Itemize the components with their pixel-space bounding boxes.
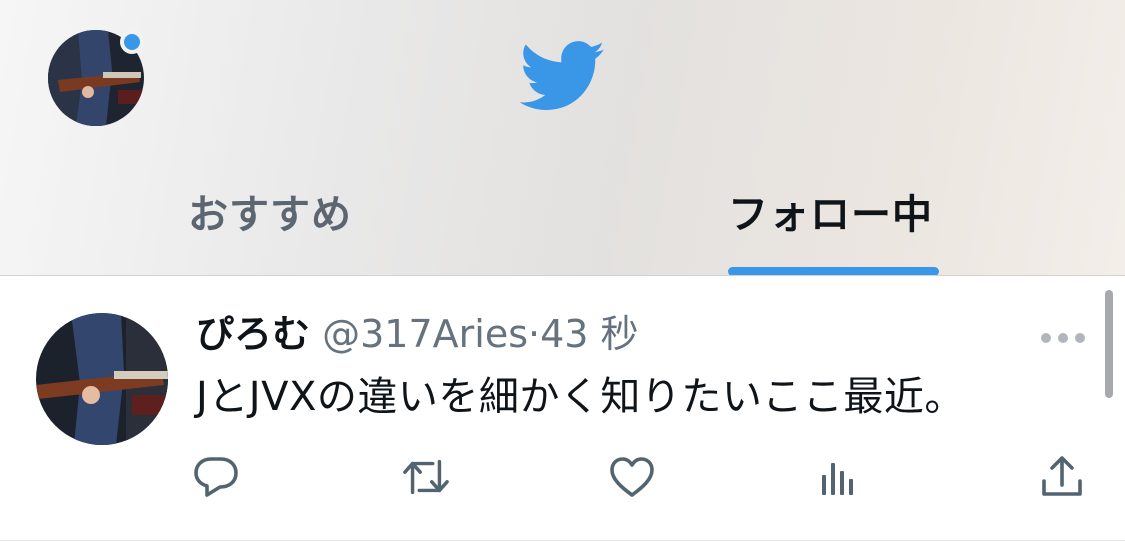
tweet-author-avatar[interactable] [36,313,168,445]
status-indicator [120,30,144,54]
tweet-avatar-image [36,313,168,445]
retweet-glyph [403,459,449,495]
more-dots [1041,333,1085,343]
heart-icon[interactable] [608,453,656,501]
tweet-meta: ぴろむ @317Aries·43 秒 [196,311,639,357]
reply-icon[interactable] [192,453,240,501]
tweet[interactable]: ぴろむ @317Aries·43 秒 JとJVXの違いを細かく知りたいここ最近。 [0,277,1125,541]
active-tab-indicator [728,267,939,276]
tab-following[interactable]: フォロー中 [728,182,933,240]
meta-separator: · [528,312,541,356]
top-header: おすすめ フォロー中 [0,0,1125,276]
retweet-icon[interactable] [402,453,450,501]
twitter-bird-glyph [519,41,605,110]
tweet-text: JとJVXの違いを細かく知りたいここ最近。 [196,374,965,420]
analytics-icon[interactable] [814,453,862,501]
twitter-bird-icon[interactable] [519,40,606,114]
reply-glyph [194,457,238,497]
share-glyph [1042,456,1082,496]
tweet-timestamp[interactable]: 43 秒 [540,312,638,356]
analytics-glyph [822,463,853,495]
author-name[interactable]: ぴろむ [196,312,310,356]
share-icon[interactable] [1038,453,1086,501]
more-icon[interactable] [1040,329,1086,343]
tab-for-you[interactable]: おすすめ [188,182,352,240]
scrollbar[interactable] [1105,290,1113,398]
heart-glyph [610,457,654,497]
author-handle[interactable]: @317Aries [322,312,528,356]
